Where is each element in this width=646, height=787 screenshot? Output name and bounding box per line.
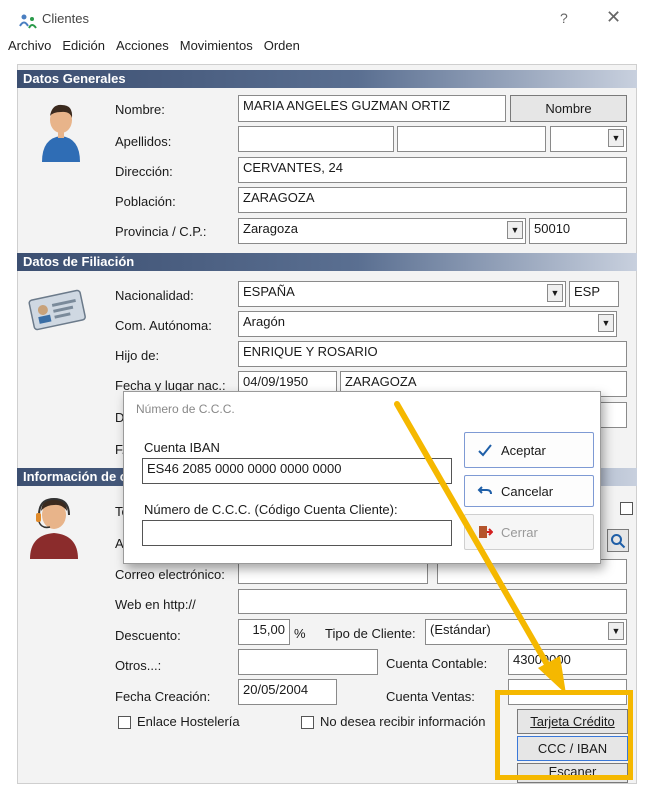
undo-icon: [477, 486, 492, 495]
annotation-highlight-box: [495, 690, 633, 780]
search-icon: [611, 533, 626, 548]
section-header-general: Datos Generales: [17, 70, 637, 88]
checkmark-icon: [478, 444, 492, 457]
menu-orden[interactable]: Orden: [264, 38, 300, 58]
help-button[interactable]: ?: [560, 10, 568, 26]
menu-acciones[interactable]: Acciones: [116, 38, 169, 58]
iban-label: Cuenta IBAN: [144, 440, 220, 455]
chevron-down-icon[interactable]: ▼: [608, 622, 624, 640]
aceptar-label: Aceptar: [501, 442, 546, 458]
iban-field[interactable]: ES46 2085 0000 0000 0000 0000: [142, 458, 452, 484]
fecha-creacion-field[interactable]: 20/05/2004: [238, 679, 337, 705]
close-window-button[interactable]: ✕: [606, 7, 621, 28]
ccc-label: Número de C.C.C. (Código Cuenta Cliente)…: [144, 502, 398, 517]
cuenta-contable-label: Cuenta Contable:: [386, 656, 488, 671]
aceptar-button[interactable]: Aceptar: [464, 432, 594, 468]
descuento-field[interactable]: 15,00: [238, 619, 290, 645]
cerrar-button[interactable]: Cerrar: [464, 514, 594, 550]
percent-sign: %: [294, 626, 306, 641]
poblacion-label: Población:: [115, 194, 176, 209]
search-button[interactable]: [607, 529, 629, 552]
cancelar-label: Cancelar: [501, 483, 554, 499]
no-desea-info-checkbox[interactable]: [301, 716, 314, 729]
direccion-label: Dirección:: [115, 164, 173, 179]
dialog-title: Número de C.C.C.: [136, 402, 235, 416]
correo-label: Correo electrónico:: [115, 567, 225, 582]
call-center-agent-icon: [24, 493, 84, 564]
apellido1-field[interactable]: [238, 126, 394, 152]
web-field[interactable]: [238, 589, 627, 614]
nacionalidad-combo[interactable]: ESPAÑA ▼: [238, 281, 566, 307]
menu-edicion[interactable]: Edición: [62, 38, 105, 58]
hijo-field[interactable]: ENRIQUE Y ROSARIO: [238, 341, 627, 367]
cancelar-button[interactable]: Cancelar: [464, 475, 594, 507]
cuenta-ventas-label: Cuenta Ventas:: [386, 689, 475, 704]
cp-field[interactable]: 50010: [529, 218, 627, 244]
menu-archivo[interactable]: Archivo: [8, 38, 51, 58]
telefono-checkbox[interactable]: [620, 502, 633, 515]
chevron-down-icon[interactable]: ▼: [608, 129, 624, 147]
fecha-creacion-label: Fecha Creación:: [115, 689, 211, 704]
tipo-cliente-label: Tipo de Cliente:: [325, 626, 416, 641]
otros-label: Otros...:: [115, 658, 162, 673]
clients-app-icon: [18, 12, 38, 30]
tipo-cliente-combo[interactable]: (Estándar) ▼: [425, 619, 627, 645]
window-title: Clientes: [42, 11, 89, 26]
web-label: Web en http://: [115, 597, 196, 612]
ccc-field[interactable]: [142, 520, 452, 546]
no-desea-info-label: No desea recibir información: [320, 714, 486, 729]
comunidad-combo[interactable]: Aragón ▼: [238, 311, 617, 337]
nacionalidad-value: ESPAÑA: [243, 284, 295, 299]
enlace-hosteleria-checkbox[interactable]: [118, 716, 131, 729]
id-card-icon: [25, 285, 89, 336]
cuenta-contable-field[interactable]: 43000000: [508, 649, 627, 675]
person-avatar-icon: [40, 102, 82, 167]
apellido-combo[interactable]: ▼: [550, 126, 627, 152]
cerrar-label: Cerrar: [501, 524, 538, 540]
poblacion-field[interactable]: ZARAGOZA: [238, 187, 627, 213]
nombre-label: Nombre:: [115, 102, 165, 117]
provincia-label: Provincia / C.P.:: [115, 224, 207, 239]
section-header-filiacion: Datos de Filiación: [17, 253, 637, 271]
provincia-combo[interactable]: Zaragoza ▼: [238, 218, 526, 244]
apellidos-label: Apellidos:: [115, 134, 172, 149]
comunidad-value: Aragón: [243, 314, 285, 329]
chevron-down-icon[interactable]: ▼: [507, 221, 523, 239]
menu-bar: Archivo Edición Acciones Movimientos Ord…: [0, 38, 646, 58]
descuento-label: Descuento:: [115, 628, 181, 643]
nacionalidad-label: Nacionalidad:: [115, 288, 194, 303]
chevron-down-icon[interactable]: ▼: [598, 314, 614, 332]
direccion-field[interactable]: CERVANTES, 24: [238, 157, 627, 183]
comunidad-label: Com. Autónoma:: [115, 318, 212, 333]
provincia-value: Zaragoza: [243, 221, 298, 236]
ccc-dialog: Número de C.C.C. Cuenta IBAN ES46 2085 0…: [123, 391, 601, 564]
nombre-field[interactable]: MARIA ANGELES GUZMAN ORTIZ: [238, 95, 506, 122]
tipo-cliente-value: (Estándar): [430, 622, 491, 637]
nombre-button[interactable]: Nombre: [510, 95, 627, 122]
otros-field[interactable]: [238, 649, 378, 675]
menu-movimientos[interactable]: Movimientos: [180, 38, 253, 58]
nacionalidad-code-field[interactable]: ESP: [569, 281, 619, 307]
hijo-label: Hijo de:: [115, 348, 160, 363]
chevron-down-icon[interactable]: ▼: [547, 284, 563, 302]
apellido2-field[interactable]: [397, 126, 546, 152]
exit-door-icon: [479, 526, 493, 538]
enlace-hosteleria-label: Enlace Hostelería: [137, 714, 240, 729]
